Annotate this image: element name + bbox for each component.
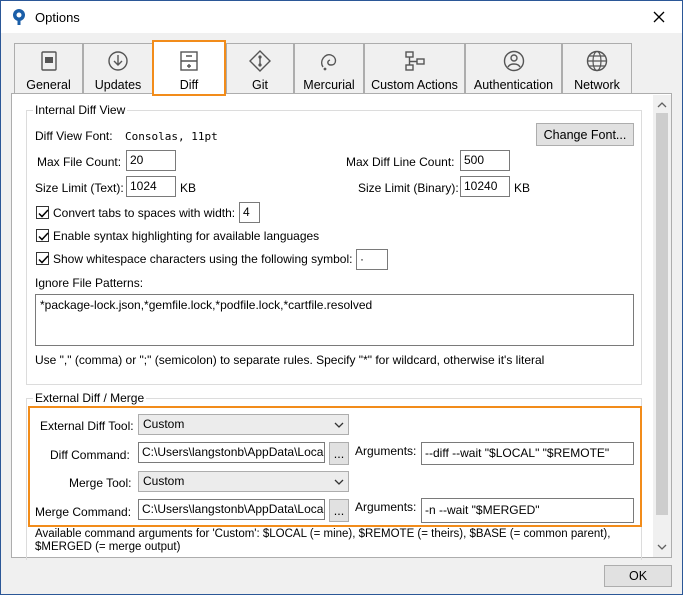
merge-command-browse-button[interactable]: ... — [329, 499, 349, 522]
ok-button[interactable]: OK — [604, 565, 672, 587]
external-diff-tool-value: Custom — [143, 417, 185, 431]
tab-mercurial[interactable]: Mercurial — [294, 43, 364, 94]
merge-arguments-input[interactable]: -n --wait "$MERGED" — [421, 498, 634, 523]
general-icon — [37, 49, 61, 73]
chevron-down-icon — [334, 422, 344, 428]
tab-updates[interactable]: Updates — [83, 43, 153, 94]
sourcetree-logo-icon — [10, 8, 28, 26]
syntax-highlighting-checkbox[interactable] — [36, 229, 49, 242]
merge-command-input[interactable]: C:\Users\langstonb\AppData\Local — [138, 499, 325, 520]
diff-settings-panel: Internal Diff View Diff View Font: Conso… — [11, 93, 672, 560]
scroll-up-button[interactable] — [653, 97, 671, 113]
show-whitespace-checkbox[interactable] — [36, 252, 49, 265]
diff-arguments-label: Arguments: — [355, 444, 417, 458]
ignore-patterns-input[interactable]: *package-lock.json,*gemfile.lock,*podfil… — [35, 294, 634, 346]
checkmark-icon — [38, 209, 49, 218]
change-font-button[interactable]: Change Font... — [536, 123, 634, 146]
convert-tabs-label: Convert tabs to spaces with width: — [53, 206, 236, 220]
tab-authentication[interactable]: Authentication — [465, 43, 562, 94]
chevron-down-icon — [657, 544, 667, 550]
size-limit-binary-label: Size Limit (Binary): — [358, 181, 459, 195]
merge-command-label: Merge Command: — [35, 505, 132, 519]
merge-tool-label: Merge Tool: — [69, 476, 132, 490]
size-limit-text-input[interactable]: 1024 — [126, 176, 176, 197]
diff-arguments-input[interactable]: --diff --wait "$LOCAL" "$REMOTE" — [421, 442, 634, 465]
merge-tool-select[interactable]: Custom — [138, 471, 349, 492]
syntax-highlighting-label: Enable syntax highlighting for available… — [53, 229, 320, 243]
size-limit-binary-unit: KB — [514, 181, 531, 195]
tab-diff[interactable]: Diff — [152, 40, 226, 96]
available-arguments-line2: $MERGED (= merge output) — [35, 541, 181, 553]
convert-tabs-checkbox[interactable] — [36, 206, 49, 219]
diff-font-label: Diff View Font: — [35, 129, 113, 143]
size-limit-binary-input[interactable]: 10240 — [460, 176, 510, 197]
close-icon — [653, 11, 665, 23]
tab-general[interactable]: General — [14, 43, 83, 94]
external-diff-tool-select[interactable]: Custom — [138, 414, 349, 435]
network-icon — [585, 49, 609, 73]
close-button[interactable] — [636, 1, 682, 33]
scroll-down-button[interactable] — [653, 539, 671, 555]
external-diff-tool-label: External Diff Tool: — [40, 419, 134, 433]
tab-custom-actions[interactable]: Custom Actions — [364, 43, 465, 94]
max-diff-line-label: Max Diff Line Count: — [346, 155, 455, 169]
whitespace-symbol-input[interactable]: · — [356, 249, 388, 270]
diff-icon — [177, 49, 201, 73]
merge-tool-value: Custom — [143, 474, 185, 488]
max-diff-line-input[interactable]: 500 — [460, 150, 510, 171]
internal-diff-title: Internal Diff View — [33, 103, 128, 117]
available-arguments-line1: Available command arguments for 'Custom'… — [35, 528, 611, 540]
title-bar: Options — [1, 1, 682, 33]
scroll-thumb[interactable] — [656, 113, 668, 515]
diff-command-label: Diff Command: — [50, 448, 130, 462]
updates-icon — [106, 49, 130, 73]
external-diff-title: External Diff / Merge — [33, 391, 147, 405]
size-limit-text-label: Size Limit (Text): — [35, 181, 124, 195]
ignore-patterns-hint: Use "," (comma) or ";" (semicolon) to se… — [35, 353, 545, 367]
max-file-count-input[interactable]: 20 — [126, 150, 176, 171]
custom-actions-icon — [403, 49, 427, 73]
window-title: Options — [35, 10, 80, 25]
authentication-icon — [502, 49, 526, 73]
show-whitespace-label: Show whitespace characters using the fol… — [53, 252, 353, 266]
diff-command-input[interactable]: C:\Users\langstonb\AppData\Local — [138, 442, 325, 463]
diff-font-value: Consolas, 11pt — [125, 130, 218, 143]
ignore-patterns-label: Ignore File Patterns: — [35, 276, 144, 290]
vertical-scrollbar[interactable] — [653, 95, 671, 557]
merge-arguments-label: Arguments: — [355, 500, 417, 514]
checkmark-icon — [38, 255, 49, 264]
max-file-count-label: Max File Count: — [37, 155, 122, 169]
checkmark-icon — [38, 232, 49, 241]
size-limit-text-unit: KB — [180, 181, 197, 195]
mercurial-icon — [317, 49, 341, 73]
diff-command-browse-button[interactable]: ... — [329, 442, 349, 465]
tab-network[interactable]: Network — [562, 43, 632, 94]
git-icon — [248, 49, 272, 73]
chevron-up-icon — [657, 102, 667, 108]
tab-width-input[interactable]: 4 — [239, 202, 260, 223]
chevron-down-icon — [334, 479, 344, 485]
options-window: Options General Updates Diff Git Mercuri… — [0, 0, 683, 595]
tab-git[interactable]: Git — [226, 43, 294, 94]
